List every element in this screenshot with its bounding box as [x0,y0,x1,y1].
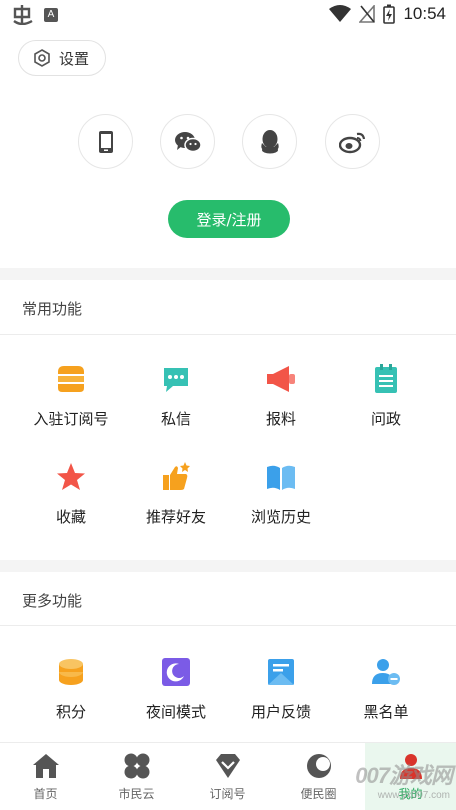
wechat-icon [174,131,202,152]
settings-button[interactable]: 设置 [18,40,106,76]
nav-citizen-cloud[interactable]: 市民云 [91,743,182,810]
grid-item-label: 私信 [160,410,191,428]
watermark-url: www.yx007.com [377,790,450,801]
grid-item-feedback[interactable]: 用户反馈 [224,655,338,735]
battery-icon [383,4,396,24]
weibo-icon [338,132,365,153]
login-phone-button[interactable] [78,114,133,169]
grid-item-label: 浏览历史 [250,508,311,526]
nav-label: 首页 [33,787,58,801]
star-icon [57,463,85,490]
home-icon [32,754,59,778]
more-functions-title: 更多功能 [22,592,83,610]
nav-label: 便民圈 [300,787,337,801]
app-notification-icon [13,5,33,25]
nav-label: 订阅号 [209,787,246,801]
no-signal-icon [359,5,376,23]
moon-icon [162,658,190,686]
diamond-icon [215,754,240,778]
notepad-icon [375,364,397,393]
clover-icon [124,753,149,779]
grid-item-points[interactable]: 积分 [14,655,128,735]
grid-item-label: 黑名单 [363,703,409,721]
grid-item-night-mode[interactable]: 夜间模式 [119,655,233,735]
grid-item-favorites[interactable]: 收藏 [14,460,128,540]
login-qq-button[interactable] [242,114,297,169]
section-gap [0,268,456,280]
user-block-icon [372,659,400,685]
grid-item-subscribe[interactable]: 入驻订阅号 [14,362,128,442]
clock: 10:54 [403,4,446,23]
hexagon-gear-icon [34,49,50,67]
grid-item-message[interactable]: 私信 [119,362,233,442]
login-register-button[interactable]: 登录/注册 [168,200,290,238]
login-weibo-button[interactable] [325,114,380,169]
a-badge-icon: A [44,8,58,22]
grid-item-label: 夜间模式 [145,703,206,721]
grid-item-label: 报料 [265,410,296,428]
grid-item-report[interactable]: 报料 [224,362,338,442]
feedback-icon [268,659,294,685]
grid-item-blacklist[interactable]: 黑名单 [329,655,443,735]
common-functions-title: 常用功能 [22,300,83,318]
grid-item-inquiry[interactable]: 问政 [329,362,443,442]
status-bar: A 10:54 [0,0,456,32]
divider [0,625,456,626]
settings-label: 设置 [59,49,90,68]
nav-home[interactable]: 首页 [0,743,91,810]
storefront-icon [58,366,84,392]
third-party-login [0,114,456,170]
phone-icon [98,130,113,153]
message-icon [164,368,188,392]
nav-community[interactable]: 便民圈 [273,743,364,810]
nav-subscriptions[interactable]: 订阅号 [182,743,273,810]
grid-item-label: 入驻订阅号 [33,410,109,428]
grid-item-label: 积分 [55,703,86,721]
qq-icon [260,129,279,153]
wifi-icon [329,5,352,22]
grid-item-history[interactable]: 浏览历史 [224,460,338,540]
circle-icon [306,754,331,778]
megaphone-icon [267,366,295,392]
divider [0,334,456,335]
grid-item-label: 用户反馈 [250,703,311,721]
coins-icon [59,659,83,685]
book-icon [267,465,295,490]
watermark-text: 007游戏网 [355,763,453,788]
grid-item-recommend[interactable]: 推荐好友 [119,460,233,540]
thumbs-up-icon [163,462,190,490]
grid-item-label: 推荐好友 [145,508,206,526]
nav-label: 市民云 [118,787,155,801]
grid-item-label: 收藏 [55,508,86,526]
grid-item-label: 问政 [370,410,401,428]
login-wechat-button[interactable] [160,114,215,169]
section-gap [0,560,456,572]
